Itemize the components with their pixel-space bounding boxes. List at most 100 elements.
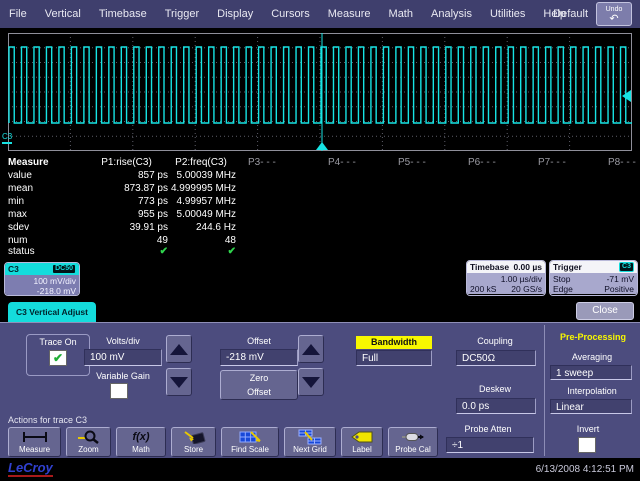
trigger-slope: Positive — [604, 284, 634, 294]
measure-row-max: max 955 ps 5.00049 MHz — [0, 209, 640, 222]
dialog-body: Trace On ✔ Volts/div 100 mV Variable Gai… — [0, 322, 640, 458]
menu-item-measure[interactable]: Measure — [319, 8, 380, 20]
offset-up-button[interactable] — [298, 335, 324, 363]
volts-div-up-button[interactable] — [166, 335, 192, 363]
deskew-field[interactable]: 0.0 ps — [456, 398, 536, 414]
trace-on-group: Trace On ✔ — [26, 334, 90, 376]
measure-header-row: Measure P1:rise(C3) P2:freq(C3) P3- - - … — [0, 157, 640, 170]
undo-icon: ↶ — [597, 14, 631, 24]
measure-header: Measure — [8, 157, 49, 168]
graticule — [8, 33, 632, 151]
tab-c3-vertical-adjust[interactable]: C3 Vertical Adjust — [8, 302, 96, 322]
probe-atten-label: Probe Atten — [448, 424, 528, 434]
math-button[interactable]: f(x) Math — [116, 427, 166, 457]
timebase-rate: 20 GS/s — [511, 284, 542, 294]
menu-item-cursors[interactable]: Cursors — [262, 8, 319, 20]
timebase-scale: 1.00 µs/div — [501, 274, 542, 284]
volts-div-down-button[interactable] — [166, 368, 192, 396]
zero-offset-button[interactable]: Zero Offset — [220, 370, 298, 400]
bandwidth-field[interactable]: Full — [356, 350, 432, 366]
trigger-mode: Stop — [553, 274, 571, 284]
label-button[interactable]: Label — [341, 427, 383, 457]
probe-cal-button[interactable]: Probe Cal — [388, 427, 438, 457]
offset-label: Offset — [220, 336, 298, 346]
menu-item-timebase[interactable]: Timebase — [90, 8, 156, 20]
col-p2-header: P2:freq(C3) — [166, 157, 236, 168]
offset-field[interactable]: -218 mV — [220, 349, 298, 366]
channel-c3-descriptor[interactable]: C3 DC50 100 mV/div -218.0 mV — [4, 262, 80, 296]
invert-label: Invert — [556, 424, 620, 434]
interpolation-field[interactable]: Linear — [550, 399, 632, 414]
channel-offset: -218.0 mV — [8, 286, 76, 296]
next-grid-button[interactable]: Next Grid — [284, 427, 336, 457]
up-arrow-icon — [170, 344, 188, 355]
menu-item-utilities[interactable]: Utilities — [481, 8, 534, 20]
measure-caliper-icon — [22, 428, 48, 445]
trigger-level-marker[interactable] — [622, 90, 631, 102]
averaging-field[interactable]: 1 sweep — [550, 365, 632, 380]
pre-processing-label: Pre-Processing — [548, 332, 638, 342]
store-arrow-icon — [182, 428, 206, 445]
close-button[interactable]: Close — [576, 302, 634, 320]
undo-button[interactable]: Undo ↶ — [596, 2, 632, 26]
trigger-level: -71 mV — [607, 274, 634, 284]
magnifier-icon — [77, 428, 101, 445]
coupling-label: Coupling — [456, 336, 534, 346]
coupling-badge: DC50 — [52, 264, 76, 274]
probe-atten-field[interactable]: ÷1 — [446, 437, 534, 453]
timebase-samples: 200 kS — [470, 284, 496, 294]
trace-on-checkbox[interactable]: ✔ — [49, 350, 67, 366]
measure-row-value: value 857 ps 5.00039 MHz — [0, 170, 640, 183]
volts-div-field[interactable]: 100 mV — [84, 349, 162, 366]
c3-ground-marker[interactable]: C3 — [2, 132, 12, 144]
find-scale-grid-icon — [237, 428, 263, 445]
measure-table: Measure P1:rise(C3) P2:freq(C3) P3- - - … — [0, 155, 640, 258]
measure-button[interactable]: Measure — [8, 427, 61, 457]
timebase-delay: 0.00 µs — [513, 262, 542, 272]
timebase-title: Timebase — [470, 262, 509, 272]
status-bar: LeCroy 6/13/2008 4:12:51 PM — [0, 458, 640, 481]
col-p8-header: P8- - - — [608, 157, 636, 168]
trigger-type: Edge — [553, 284, 573, 294]
status-check-p1: ✔ — [85, 246, 168, 257]
menu-item-file[interactable]: File — [0, 8, 36, 20]
offset-down-button[interactable] — [298, 368, 324, 396]
measure-row-status: status ✔ ✔ — [0, 246, 640, 259]
col-p3-header: P3- - - — [248, 157, 276, 168]
menu-item-vertical[interactable]: Vertical — [36, 8, 90, 20]
bandwidth-label: Bandwidth — [356, 336, 432, 349]
menu-item-display[interactable]: Display — [208, 8, 262, 20]
menu-item-math[interactable]: Math — [380, 8, 422, 20]
trace-on-label: Trace On — [27, 337, 89, 347]
find-scale-button[interactable]: Find Scale — [221, 427, 279, 457]
zoom-button[interactable]: Zoom — [66, 427, 111, 457]
up-arrow-icon — [302, 344, 320, 355]
coupling-field[interactable]: DC50Ω — [456, 350, 536, 366]
measure-row-sdev: sdev 39.91 ps 244.6 Hz — [0, 222, 640, 235]
down-arrow-icon — [302, 377, 320, 388]
measure-row-mean: mean 873.87 ps 4.999995 MHz — [0, 183, 640, 196]
waveform-display: C3 — [0, 28, 640, 155]
menu-item-analysis[interactable]: Analysis — [422, 8, 481, 20]
clock-timestamp: 6/13/2008 4:12:51 PM — [536, 464, 634, 475]
deskew-label: Deskew — [456, 384, 534, 394]
timebase-descriptor[interactable]: Timebase 0.00 µs 1.00 µs/div 200 kS 20 G… — [466, 260, 546, 296]
label-tag-icon — [349, 428, 375, 445]
trigger-title: Trigger — [553, 262, 582, 272]
c3-vertical-adjust-dialog: C3 Vertical Adjust Close Trace On ✔ Volt… — [0, 300, 640, 458]
col-p1-header: P1:rise(C3) — [85, 157, 168, 168]
panel-divider — [544, 325, 545, 456]
variable-gain-checkbox[interactable] — [110, 383, 128, 399]
volts-div-label: Volts/div — [84, 336, 162, 346]
variable-gain-label: Variable Gain — [84, 371, 162, 381]
c3-trace — [9, 47, 632, 123]
invert-checkbox[interactable] — [578, 437, 596, 453]
menu-item-trigger[interactable]: Trigger — [156, 8, 208, 20]
trigger-source-badge: C3 — [619, 262, 634, 272]
trigger-descriptor[interactable]: Trigger C3 Stop -71 mV Edge Positive — [549, 260, 638, 296]
col-p6-header: P6- - - — [468, 157, 496, 168]
store-button[interactable]: Store — [171, 427, 216, 457]
menu-bar: File Vertical Timebase Trigger Display C… — [0, 0, 640, 28]
default-setup-label[interactable]: Default — [553, 8, 588, 20]
col-p4-header: P4- - - — [328, 157, 356, 168]
